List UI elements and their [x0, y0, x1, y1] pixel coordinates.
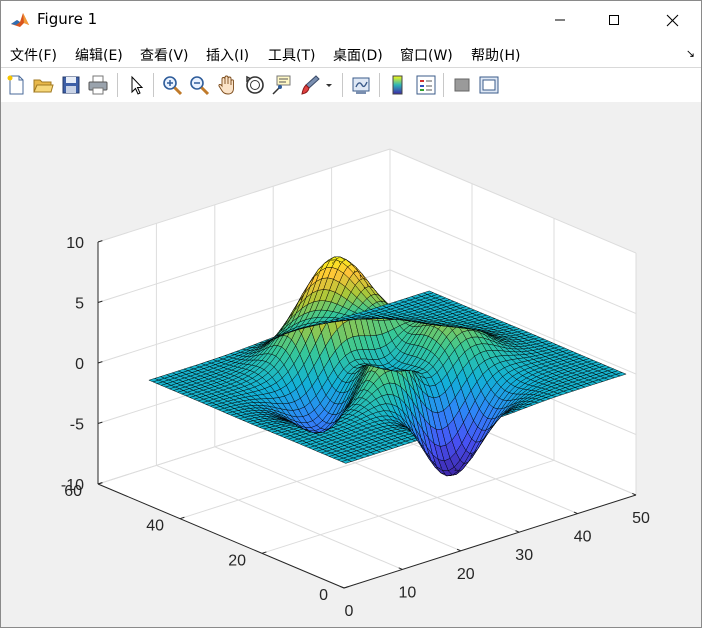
x-tick-label: 20: [457, 566, 475, 583]
x-tick-label: 40: [574, 529, 592, 546]
new-figure-icon: [7, 75, 24, 95]
legend-button[interactable]: [415, 74, 437, 96]
data-cursor-button[interactable]: [271, 74, 293, 96]
legend-icon: [416, 75, 436, 95]
toolbar-separator: [153, 73, 154, 97]
close-icon: [666, 14, 678, 26]
data-cursor-icon: [272, 75, 291, 95]
new-figure-button[interactable]: [5, 74, 27, 96]
menu-help[interactable]: 帮助(H): [471, 45, 520, 65]
y-tick-label: 20: [228, 552, 246, 569]
colorbar-icon: [392, 75, 403, 95]
show-plot-tools-button[interactable]: [478, 74, 500, 96]
pan-button[interactable]: [216, 74, 238, 96]
maximize-icon: [609, 15, 619, 25]
print-button[interactable]: [87, 74, 109, 96]
minimize-button[interactable]: [537, 1, 583, 39]
x-tick-label: 50: [632, 510, 650, 527]
window-title: Figure 1: [37, 10, 98, 28]
minimize-icon: [555, 19, 565, 21]
menu-desktop[interactable]: 桌面(D): [333, 45, 383, 65]
brush-button[interactable]: [299, 74, 321, 96]
zoom-out-icon: [190, 76, 210, 96]
open-file-icon: [33, 79, 54, 93]
show-plot-tools-icon: [479, 76, 499, 94]
figure-window: Figure 1 文件(F) 编辑(E) 查看(V) 插入(I) 工具(T) 桌…: [0, 0, 702, 628]
hide-plot-tools-icon: [454, 78, 470, 92]
x-tick-label: 0: [345, 603, 354, 620]
toolbar-separator: [342, 73, 343, 97]
toolbar-separator: [443, 73, 444, 97]
menu-tools[interactable]: 工具(T): [268, 45, 315, 65]
menu-file[interactable]: 文件(F): [10, 45, 57, 65]
brush-dropdown-button[interactable]: [323, 74, 335, 96]
menu-dock-arrow-icon[interactable]: ↘: [686, 47, 695, 60]
y-tick-label: 0: [319, 587, 328, 604]
menu-view[interactable]: 查看(V): [140, 45, 189, 65]
rotate-3d-button[interactable]: [244, 74, 266, 96]
edit-plot-arrow-icon: [131, 75, 144, 95]
y-tick-label: 40: [146, 518, 164, 535]
zoom-in-icon: [163, 76, 183, 96]
z-tick-label: 5: [75, 296, 84, 313]
brush-icon: [301, 75, 320, 95]
z-tick-label: 10: [66, 235, 84, 252]
title-bar[interactable]: Figure 1: [1, 1, 701, 39]
x-tick-label: 10: [399, 584, 417, 601]
link-plot-button[interactable]: [350, 74, 372, 96]
z-tick-label: 0: [75, 356, 84, 373]
hide-plot-tools-button[interactable]: [451, 74, 473, 96]
edit-plot-button[interactable]: [125, 74, 147, 96]
open-file-button[interactable]: [32, 74, 54, 96]
z-tick-label: -5: [70, 417, 84, 434]
close-button[interactable]: [649, 1, 695, 39]
save-icon: [62, 76, 80, 94]
maximize-button[interactable]: [591, 1, 637, 39]
zoom-out-button[interactable]: [188, 74, 210, 96]
pan-hand-icon: [218, 75, 234, 95]
menu-insert[interactable]: 插入(I): [206, 45, 249, 65]
toolbar-separator: [379, 73, 380, 97]
menu-bar: 文件(F) 编辑(E) 查看(V) 插入(I) 工具(T) 桌面(D) 窗口(W…: [1, 39, 701, 67]
colorbar-button[interactable]: [387, 74, 409, 96]
link-plot-icon: [352, 77, 370, 94]
rotate-3d-icon: [246, 75, 264, 94]
toolbar-separator: [117, 73, 118, 97]
menu-window[interactable]: 窗口(W): [400, 45, 453, 65]
menu-edit[interactable]: 编辑(E): [75, 45, 123, 65]
figure-toolbar: [1, 67, 701, 103]
surface-plot[interactable]: 010203040500204060-10-50510: [1, 102, 701, 627]
x-tick-label: 30: [515, 547, 533, 564]
z-tick-label: -10: [61, 477, 84, 494]
print-icon: [88, 75, 108, 95]
figure-canvas[interactable]: 0 10 20 30 40 50 0 20 40 60 -10 -5 0 5 10: [1, 102, 701, 627]
matlab-logo-icon: [10, 10, 30, 30]
save-button[interactable]: [60, 74, 82, 96]
zoom-in-button[interactable]: [161, 74, 183, 96]
brush-dropdown-icon: [326, 84, 332, 87]
